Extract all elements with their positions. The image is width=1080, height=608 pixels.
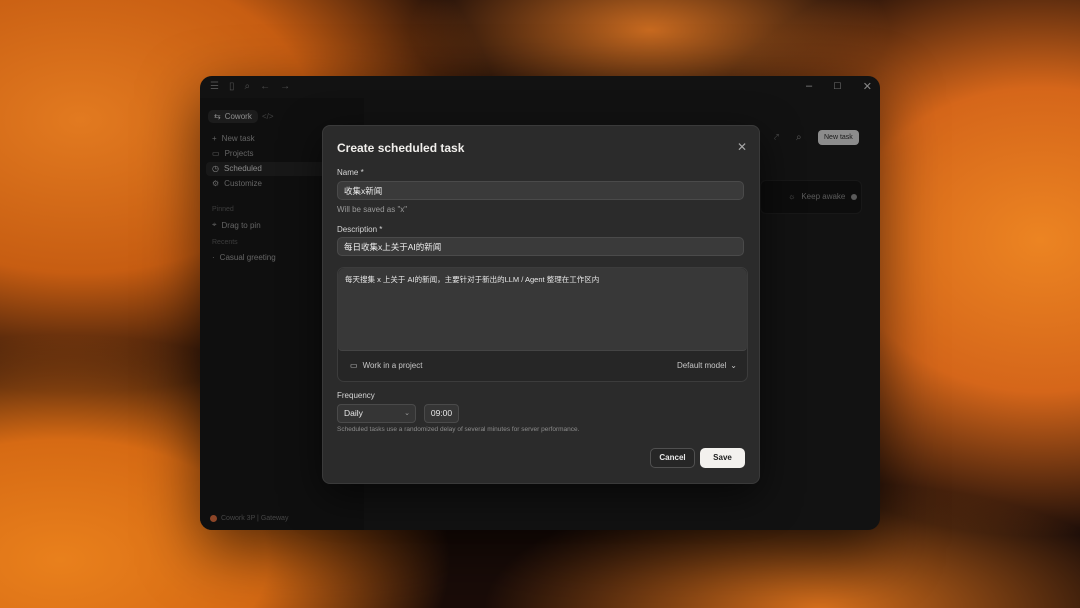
prompt-text: 每天搜集 x 上关于 AI的新闻，主要针对于新出的LLM / Agent 整理在…: [345, 275, 600, 284]
work-in-project-button[interactable]: ▭ Work in a project: [350, 361, 422, 370]
name-input[interactable]: 收集x新闻: [337, 181, 744, 200]
prompt-composer: 每天搜集 x 上关于 AI的新闻，主要针对于新出的LLM / Agent 整理在…: [337, 267, 748, 382]
name-helper-text: Will be saved as "x": [337, 205, 408, 214]
close-icon[interactable]: ✕: [737, 140, 747, 154]
description-input[interactable]: 每日收集x上关于AI的新闻: [337, 237, 744, 256]
prompt-textarea[interactable]: 每天搜集 x 上关于 AI的新闻，主要针对于新出的LLM / Agent 整理在…: [338, 268, 747, 351]
cancel-button[interactable]: Cancel: [650, 448, 695, 468]
frequency-select[interactable]: Daily ⌄: [337, 404, 416, 423]
create-scheduled-task-dialog: Create scheduled task ✕ Name * 收集x新闻 Wil…: [322, 125, 760, 484]
save-button[interactable]: Save: [700, 448, 745, 468]
chevron-down-icon: ⌄: [404, 410, 410, 417]
frequency-label: Frequency: [337, 391, 375, 400]
name-label: Name *: [337, 168, 364, 177]
folder-icon: ▭: [350, 361, 358, 370]
frequency-note: Scheduled tasks use a randomized delay o…: [337, 426, 580, 433]
time-input[interactable]: 09:00: [424, 404, 459, 423]
dialog-title: Create scheduled task: [337, 141, 465, 155]
description-label: Description *: [337, 225, 383, 234]
model-selector[interactable]: Default model ⌄: [677, 361, 737, 370]
chevron-down-icon: ⌄: [730, 361, 737, 370]
